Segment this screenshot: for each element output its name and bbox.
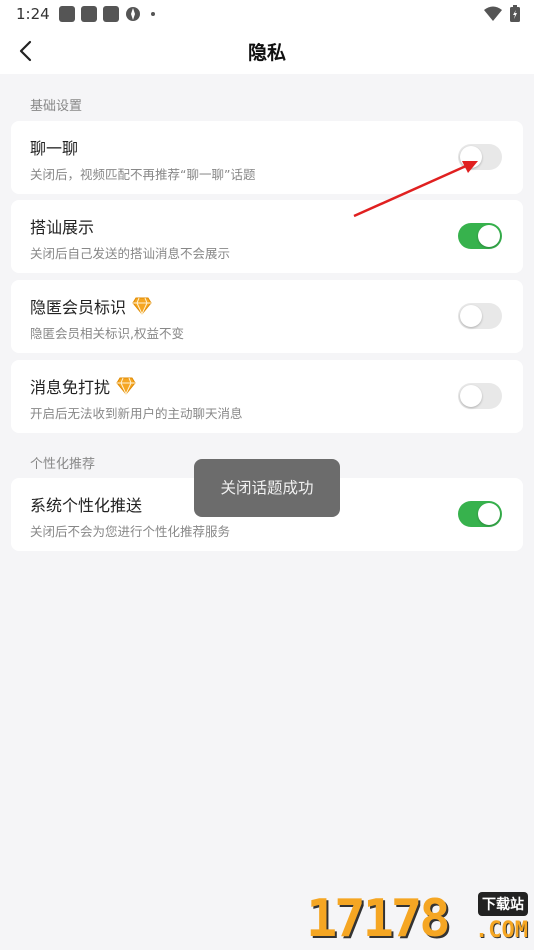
toggle-knob (478, 503, 500, 525)
toast-message: 关闭话题成功 (194, 459, 340, 517)
watermark-suffix: .COM (475, 918, 528, 943)
nav-bar: 隐私 (0, 28, 534, 74)
toggle-knob (460, 146, 482, 168)
setting-title: 消息免打扰 (30, 374, 136, 398)
more-notifications-icon (151, 12, 155, 16)
setting-title-text: 聊一聊 (30, 139, 79, 158)
watermark-digits: 17178 (306, 889, 451, 949)
status-time: 1:24 (16, 5, 50, 23)
hide-vip-toggle[interactable] (458, 303, 502, 329)
section-label-personalized: 个性化推荐 (30, 457, 96, 472)
notification-icon (81, 6, 97, 22)
setting-desc: 隐匿会员相关标识,权益不变 (30, 326, 184, 341)
notification-icon (103, 6, 119, 22)
setting-title-text: 系统个性化推送 (30, 496, 143, 515)
setting-item-chat: 聊一聊 关闭后，视频匹配不再推荐“聊一聊”话题 (11, 121, 523, 194)
vip-diamond-icon (132, 297, 152, 315)
vip-diamond-icon (116, 377, 136, 395)
notification-icons (59, 6, 155, 22)
setting-desc: 关闭后，视频匹配不再推荐“聊一聊”话题 (30, 167, 256, 182)
setting-desc: 开启后无法收到新用户的主动聊天消息 (30, 406, 243, 421)
battery-icon (510, 5, 520, 22)
notification-icon (59, 6, 75, 22)
setting-desc: 关闭后不会为您进行个性化推荐服务 (30, 524, 231, 539)
setting-item-greeting: 搭讪展示 关闭后自己发送的搭讪消息不会展示 (11, 200, 523, 273)
setting-title-text: 搭讪展示 (30, 218, 95, 237)
toggle-knob (478, 225, 500, 247)
watermark-logo: 17178 下载站 .COM (306, 890, 530, 948)
setting-title: 聊一聊 (30, 135, 78, 159)
toggle-knob (460, 385, 482, 407)
system-icons (484, 5, 520, 22)
setting-title: 系统个性化推送 (30, 492, 142, 516)
setting-item-hide-vip: 隐匿会员标识 隐匿会员相关标识,权益不变 (11, 280, 523, 353)
wifi-icon (484, 6, 502, 21)
app-notification-icon (126, 7, 140, 21)
setting-title: 隐匿会员标识 (30, 294, 152, 318)
page-title: 隐私 (247, 42, 286, 64)
setting-title: 搭讪展示 (30, 214, 94, 238)
section-label-basic: 基础设置 (30, 99, 83, 114)
dnd-toggle[interactable] (458, 383, 502, 409)
personalized-push-toggle[interactable] (458, 501, 502, 527)
setting-title-text: 消息免打扰 (30, 378, 111, 397)
setting-desc: 关闭后自己发送的搭讪消息不会展示 (30, 246, 231, 261)
toggle-knob (460, 305, 482, 327)
setting-title-text: 隐匿会员标识 (30, 298, 127, 317)
status-bar: 1:24 (0, 0, 534, 28)
chat-toggle[interactable] (458, 144, 502, 170)
watermark-tag: 下载站 (478, 892, 528, 916)
greeting-toggle[interactable] (458, 223, 502, 249)
setting-item-dnd: 消息免打扰 开启后无法收到新用户的主动聊天消息 (11, 360, 523, 433)
